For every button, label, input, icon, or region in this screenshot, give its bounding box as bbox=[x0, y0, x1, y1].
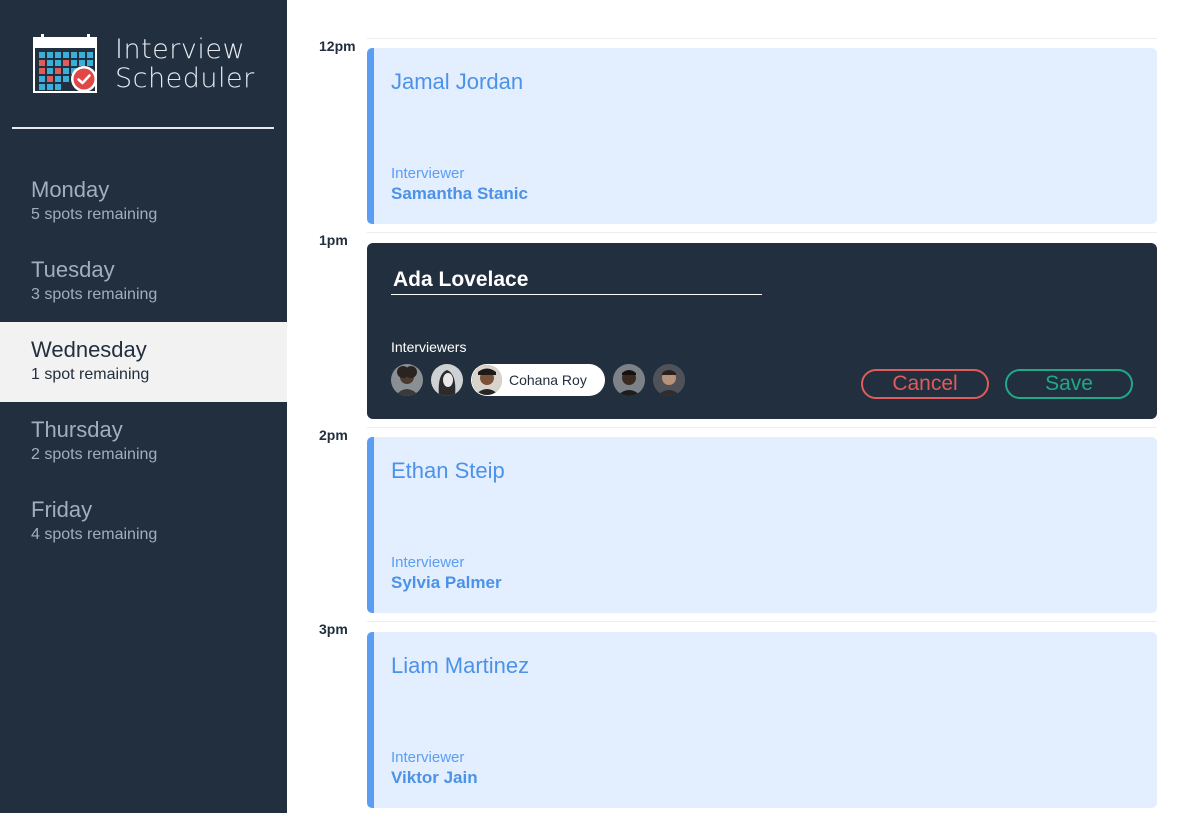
student-name: Jamal Jordan bbox=[391, 69, 524, 94]
brand: Interview Scheduler bbox=[33, 33, 273, 97]
slot-time: 2pm bbox=[319, 427, 348, 443]
app-title-line2: Scheduler bbox=[115, 63, 255, 94]
day-spots: 4 spots remaining bbox=[31, 526, 158, 543]
interviewer-avatar[interactable] bbox=[391, 364, 423, 396]
day-spots: 5 spots remaining bbox=[31, 206, 158, 223]
app-title-line1: Interview bbox=[115, 34, 246, 65]
appointment-card[interactable]: Ethan Steip Interviewer Sylvia Palmer bbox=[367, 437, 1157, 613]
student-name-input[interactable] bbox=[391, 265, 762, 295]
slot-separator bbox=[367, 427, 1157, 428]
interviewer-label: Interviewer bbox=[391, 749, 465, 766]
slot-time: 3pm bbox=[319, 621, 348, 637]
slot-separator bbox=[367, 621, 1157, 622]
slot-separator bbox=[367, 232, 1157, 233]
day-spots: 2 spots remaining bbox=[31, 446, 158, 463]
interviewer-avatar[interactable] bbox=[431, 364, 463, 396]
day-spots: 3 spots remaining bbox=[31, 286, 158, 303]
interviewer-label: Interviewer bbox=[391, 165, 465, 182]
interviewer-name: Sylvia Palmer bbox=[391, 573, 502, 592]
cancel-button[interactable]: Cancel bbox=[861, 369, 989, 399]
slot-separator bbox=[367, 38, 1157, 39]
interviewer-name: Viktor Jain bbox=[391, 768, 478, 787]
day-name: Wednesday bbox=[31, 337, 147, 362]
interviewers-label: Interviewers bbox=[391, 339, 467, 355]
day-name: Friday bbox=[31, 497, 93, 522]
schedule: 12pm Jamal Jordan Interviewer Samantha S… bbox=[287, 0, 1187, 813]
interviewer-name: Cohana Roy bbox=[509, 372, 587, 388]
appointment-form: Interviewers Cohana Roy Cancel Save bbox=[367, 243, 1157, 419]
interviewer-avatar[interactable] bbox=[613, 364, 645, 396]
day-item-wednesday[interactable]: Wednesday 1 spot remaining bbox=[0, 322, 287, 402]
day-spots: 1 spot remaining bbox=[31, 366, 150, 383]
day-item-thursday[interactable]: Thursday 2 spots remaining bbox=[0, 402, 287, 482]
appointment-card[interactable]: Jamal Jordan Interviewer Samantha Stanic bbox=[367, 48, 1157, 224]
interviewer-avatar[interactable] bbox=[653, 364, 685, 396]
student-name: Liam Martinez bbox=[391, 653, 530, 678]
sidebar: Interview Scheduler Monday 5 spots remai… bbox=[0, 0, 287, 813]
day-name: Tuesday bbox=[31, 257, 115, 282]
day-item-tuesday[interactable]: Tuesday 3 spots remaining bbox=[0, 242, 287, 322]
student-name: Ethan Steip bbox=[391, 458, 505, 483]
calendar-check-icon bbox=[33, 34, 97, 93]
day-name: Monday bbox=[31, 177, 110, 202]
day-item-friday[interactable]: Friday 4 spots remaining bbox=[0, 482, 287, 562]
day-name: Thursday bbox=[31, 417, 123, 442]
appointment-card[interactable]: Liam Martinez Interviewer Viktor Jain bbox=[367, 632, 1157, 808]
interviewer-avatar bbox=[472, 365, 502, 395]
day-item-monday[interactable]: Monday 5 spots remaining bbox=[0, 162, 287, 242]
interviewer-label: Interviewer bbox=[391, 554, 465, 571]
slot-time: 1pm bbox=[319, 232, 348, 248]
day-list: Monday 5 spots remaining Tuesday 3 spots… bbox=[0, 162, 287, 562]
app-title: Interview Scheduler bbox=[115, 35, 255, 93]
interviewer-name: Samantha Stanic bbox=[391, 184, 528, 203]
slot-time: 12pm bbox=[319, 38, 356, 54]
save-button[interactable]: Save bbox=[1005, 369, 1133, 399]
interviewer-selected[interactable]: Cohana Roy bbox=[471, 364, 605, 396]
sidebar-divider bbox=[12, 127, 274, 129]
